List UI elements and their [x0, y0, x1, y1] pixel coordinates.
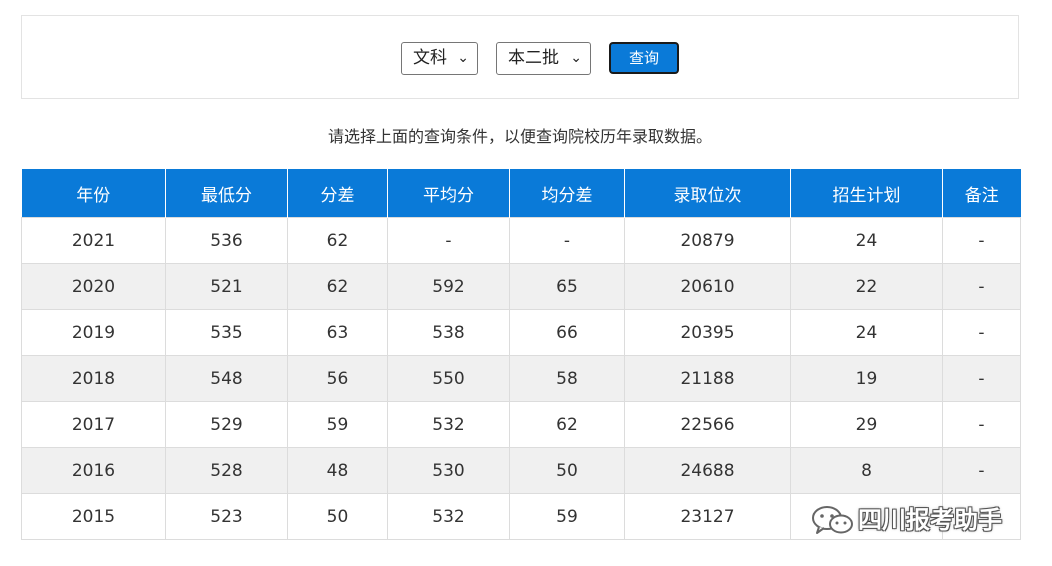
subject-select-value: 文科: [413, 48, 447, 68]
watermark-text: 四川报考助手: [858, 506, 1002, 534]
table-cell: 2017: [21, 401, 166, 448]
table-cell: 65: [509, 263, 625, 310]
table-cell: 21188: [624, 355, 791, 402]
table-cell: -: [942, 401, 1021, 448]
column-header: 均分差: [509, 169, 625, 218]
column-header: 招生计划: [790, 169, 943, 218]
table-cell: 29: [790, 401, 943, 448]
table-cell: 63: [287, 309, 388, 356]
table-cell: 535: [165, 309, 288, 356]
table-row: 2019 535 63 538 66 20395 24 -: [21, 309, 1021, 356]
table-cell: 62: [287, 263, 388, 310]
table-cell: 532: [387, 493, 510, 540]
table-cell: 538: [387, 309, 510, 356]
table-cell: 529: [165, 401, 288, 448]
table-cell: 2016: [21, 447, 166, 494]
column-header: 年份: [21, 169, 166, 218]
table-cell: 48: [287, 447, 388, 494]
table-cell: 536: [165, 217, 288, 264]
table-cell: 2021: [21, 217, 166, 264]
table-cell: 20610: [624, 263, 791, 310]
column-header: 平均分: [387, 169, 510, 218]
table-header-row: 年份 最低分 分差 平均分 均分差 录取位次 招生计划 备注: [21, 169, 1021, 218]
table-cell: -: [942, 263, 1021, 310]
table-cell: 592: [387, 263, 510, 310]
table-cell: 528: [165, 447, 288, 494]
table-cell: 59: [287, 401, 388, 448]
column-header: 分差: [287, 169, 388, 218]
admission-score-table: 年份 最低分 分差 平均分 均分差 录取位次 招生计划 备注 2021 536 …: [21, 169, 1021, 540]
watermark: 四川报考助手: [810, 503, 1025, 537]
chevron-down-icon: ⌄: [457, 50, 469, 66]
table-cell: -: [509, 217, 625, 264]
table-cell: -: [942, 309, 1021, 356]
table-cell: 532: [387, 401, 510, 448]
chevron-down-icon: ⌄: [570, 50, 582, 66]
query-button[interactable]: 查询: [609, 42, 679, 74]
table-cell: 19: [790, 355, 943, 402]
table-cell: -: [942, 447, 1021, 494]
table-cell: 50: [287, 493, 388, 540]
wechat-icon: [812, 506, 853, 534]
table-cell: 2019: [21, 309, 166, 356]
table-cell: 23127: [624, 493, 791, 540]
table-cell: -: [387, 217, 510, 264]
table-cell: 24: [790, 309, 943, 356]
batch-select[interactable]: 本二批 ⌄: [496, 42, 591, 75]
table-cell: 20879: [624, 217, 791, 264]
table-row: 2016 528 48 530 50 24688 8 -: [21, 447, 1021, 494]
table-cell: 50: [509, 447, 625, 494]
table-cell: 20395: [624, 309, 791, 356]
table-cell: 550: [387, 355, 510, 402]
hint-text: 请选择上面的查询条件，以便查询院校历年录取数据。: [327, 127, 712, 146]
table-cell: 22: [790, 263, 943, 310]
table-cell: 8: [790, 447, 943, 494]
table-cell: 548: [165, 355, 288, 402]
table-cell: 59: [509, 493, 625, 540]
table-cell: 521: [165, 263, 288, 310]
table-cell: 66: [509, 309, 625, 356]
table-cell: -: [942, 355, 1021, 402]
table-row: 2018 548 56 550 58 21188 19 -: [21, 355, 1021, 402]
table-cell: 2015: [21, 493, 166, 540]
table-cell: -: [942, 217, 1021, 264]
table-row: 2020 521 62 592 65 20610 22 -: [21, 263, 1021, 310]
batch-select-value: 本二批: [508, 48, 559, 68]
column-header: 备注: [942, 169, 1021, 218]
column-header: 录取位次: [624, 169, 791, 218]
table-cell: 24: [790, 217, 943, 264]
table-cell: 22566: [624, 401, 791, 448]
query-panel: 文科 ⌄ 本二批 ⌄ 查询: [21, 15, 1019, 99]
table-cell: 24688: [624, 447, 791, 494]
table-cell: 62: [509, 401, 625, 448]
table-cell: 62: [287, 217, 388, 264]
table-cell: 2020: [21, 263, 166, 310]
column-header: 最低分: [165, 169, 288, 218]
table-cell: 530: [387, 447, 510, 494]
table-row: 2017 529 59 532 62 22566 29 -: [21, 401, 1021, 448]
table-cell: 2018: [21, 355, 166, 402]
table-row: 2021 536 62 - - 20879 24 -: [21, 217, 1021, 264]
table-cell: 56: [287, 355, 388, 402]
table-cell: 523: [165, 493, 288, 540]
subject-select[interactable]: 文科 ⌄: [401, 42, 478, 75]
table-cell: 58: [509, 355, 625, 402]
